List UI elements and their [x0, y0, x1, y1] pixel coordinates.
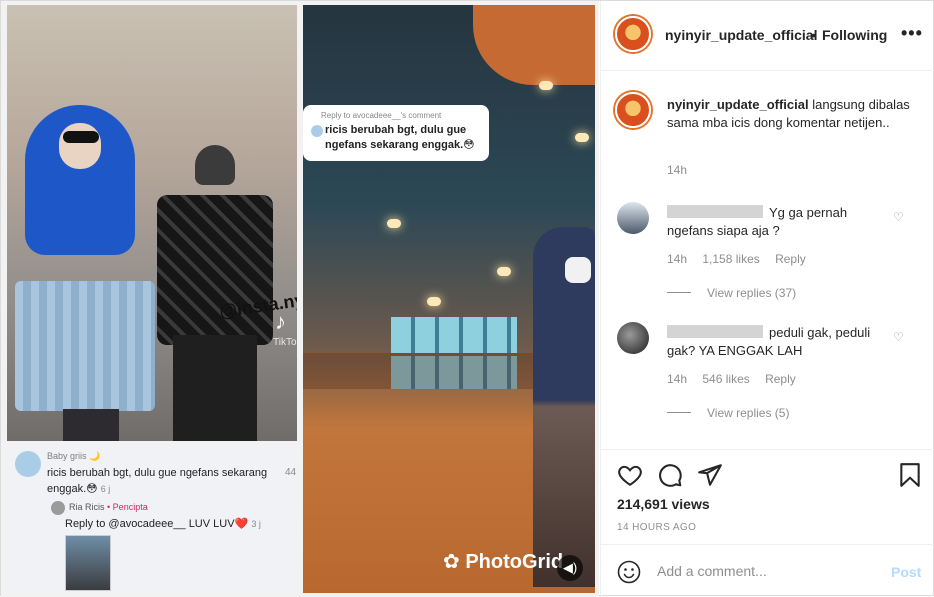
comment-text: Yg ga pernah ngefans siapa aja ? [667, 204, 882, 240]
plaid-skirt [15, 281, 155, 411]
tiktok-label: TikTok [273, 337, 297, 348]
photogrid-watermark: ✿ PhotoGrid [443, 551, 564, 573]
comment-time[interactable]: 14h [667, 252, 687, 266]
like-comment-icon[interactable]: ♡ [893, 210, 904, 224]
view-replies-button[interactable]: View replies (37) [667, 286, 796, 300]
video-frame-left: @insta.nyinyir ♪ TikTok [7, 5, 297, 441]
creator-badge: • Pencipta [107, 502, 148, 512]
share-paper-plane-icon[interactable] [697, 462, 723, 488]
more-options-icon[interactable]: ••• [901, 23, 923, 44]
replier-username: Ria Ricis [69, 502, 105, 512]
reply-time: 3 j [251, 519, 261, 529]
ceiling-light [427, 297, 441, 306]
reply-button[interactable]: Reply [765, 372, 796, 386]
header-separator: • [811, 27, 816, 43]
post-timestamp[interactable]: 14 HOURS AGO [617, 522, 696, 533]
reply-video-thumbnail [65, 535, 111, 591]
man-pants [173, 335, 257, 441]
man-shirt [157, 195, 273, 345]
post-header: nyinyir_update_official • Following ••• [601, 1, 934, 71]
like-comment-icon[interactable]: ♡ [893, 330, 904, 344]
blurred-username [667, 205, 763, 218]
replier-name: Ria Ricis • Pencipta [69, 502, 148, 512]
blurred-username [667, 325, 763, 338]
ceiling-light [387, 219, 401, 228]
tiktok-comment-text: ricis berubah bgt, dulu gue ngefans seka… [47, 465, 277, 497]
profile-avatar[interactable] [615, 16, 651, 52]
reply-bubble: Reply to avocadeee__'s comment ricis ber… [303, 105, 489, 161]
man-helmet [195, 145, 235, 185]
replies-divider [667, 412, 691, 413]
view-replies-label[interactable]: View replies (5) [707, 406, 789, 420]
bubble-avatar [311, 125, 323, 137]
sunglasses [63, 131, 99, 143]
instagram-post: @insta.nyinyir ♪ TikTok Baby griis 🌙 ric… [0, 0, 934, 597]
view-count[interactable]: 214,691 views [617, 496, 710, 512]
commenter-name: Baby griis 🌙 [47, 451, 101, 461]
replies-divider [667, 292, 691, 293]
like-heart-icon[interactable] [617, 462, 643, 488]
ceiling-light [497, 267, 511, 276]
comment-likes[interactable]: 1,158 likes [702, 252, 759, 266]
woman-legs [63, 409, 119, 441]
tiktok-comment-time: 6 j [100, 484, 111, 494]
commenter-avatar[interactable] [617, 202, 649, 234]
woman-face [59, 123, 101, 169]
tiktok-comment-panel: Baby griis 🌙 ricis berubah bgt, dulu gue… [7, 443, 297, 593]
comment-item: Yg ga pernah ngefans siapa aja ? ♡ 14h 1… [601, 202, 934, 322]
caption-avatar[interactable] [615, 92, 651, 128]
post-comment-button[interactable]: Post [891, 564, 921, 580]
ceiling-light [539, 81, 553, 90]
comment-meta: 14h 1,158 likes Reply [667, 252, 818, 266]
photogrid-label: PhotoGrid [465, 551, 564, 573]
caption-time[interactable]: 14h [667, 163, 687, 177]
ceiling-light [575, 133, 589, 142]
save-bookmark-icon[interactable] [897, 462, 923, 488]
tiktok-comment-body: ricis berubah bgt, dulu gue ngefans seka… [47, 467, 268, 495]
view-replies-button[interactable]: View replies (5) [667, 406, 789, 420]
reply-bubble-text: ricis berubah bgt, dulu gue ngefans seka… [325, 124, 475, 151]
following-button[interactable]: Following [822, 27, 887, 43]
comment-time[interactable]: 14h [667, 372, 687, 386]
reply-button[interactable]: Reply [775, 252, 806, 266]
header-username[interactable]: nyinyir_update_official [665, 27, 817, 43]
comment-item: peduli gak, peduli gak? YA ENGGAK LAH ♡ … [601, 322, 934, 442]
tiktok-like-count: 44 [285, 467, 297, 478]
commenter-avatar [15, 451, 41, 477]
reply-body: Reply to @avocadeee__ LUV LUV❤️ [65, 518, 249, 530]
emoji-icon[interactable] [617, 560, 641, 584]
comment-likes[interactable]: 546 likes [702, 372, 749, 386]
reply-text: Reply to @avocadeee__ LUV LUV❤️ 3 j [65, 517, 261, 530]
add-comment-bar: Post [601, 544, 934, 597]
caption-text: nyinyir_update_official langsung dibalas… [667, 96, 917, 132]
comments-section[interactable]: nyinyir_update_official langsung dibalas… [601, 72, 934, 448]
commenter-avatar[interactable] [617, 322, 649, 354]
reply-bubble-header: Reply to avocadeee__'s comment [321, 111, 442, 120]
ceiling-duct [473, 5, 595, 85]
view-replies-label[interactable]: View replies (37) [707, 286, 796, 300]
comment-meta: 14h 546 likes Reply [667, 372, 808, 386]
face-mask [565, 257, 591, 283]
replier-avatar [51, 501, 65, 515]
comment-text: peduli gak, peduli gak? YA ENGGAK LAH [667, 324, 882, 360]
comment-bubble-icon[interactable] [657, 462, 683, 488]
add-comment-input[interactable] [657, 563, 877, 579]
tiktok-icon: ♪ [275, 309, 286, 334]
post-sidebar: nyinyir_update_official • Following ••• … [600, 1, 934, 597]
caption-username[interactable]: nyinyir_update_official [667, 97, 809, 112]
post-media[interactable]: @insta.nyinyir ♪ TikTok Baby griis 🌙 ric… [1, 1, 599, 597]
post-actions: 214,691 views 14 HOURS AGO [601, 449, 934, 544]
video-frame-right: Reply to avocadeee__'s comment ricis ber… [303, 5, 595, 593]
speaker-icon[interactable]: ◀) [557, 555, 583, 581]
